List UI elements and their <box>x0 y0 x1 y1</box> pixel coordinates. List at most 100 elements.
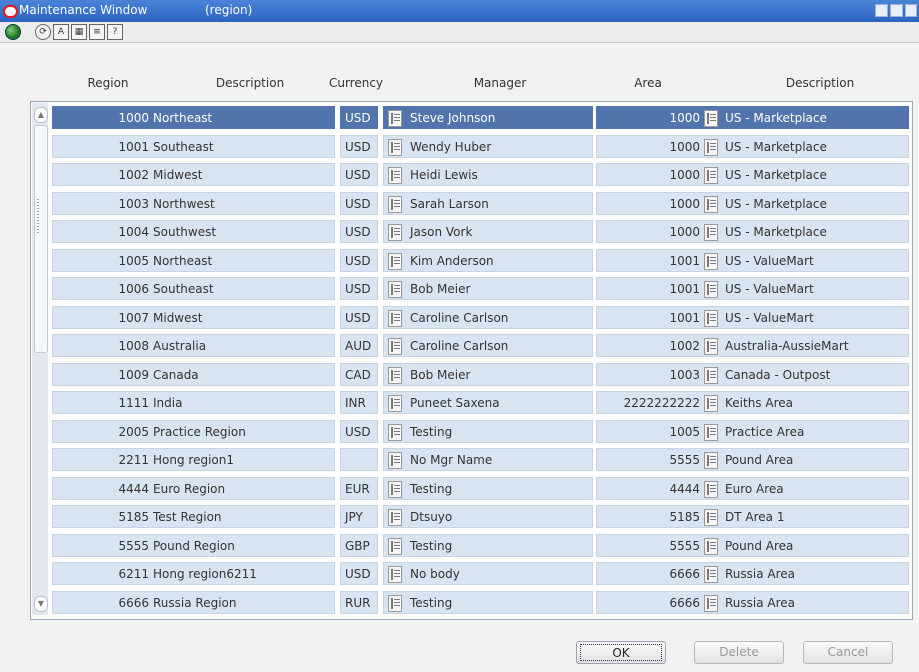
table-row[interactable]: 1006 Southeast USD Bob Meier 1001 US - ValueM… <box>52 275 909 302</box>
column-header-region[interactable]: Region <box>80 76 136 90</box>
list-of-values-icon[interactable] <box>704 481 718 498</box>
region-cell[interactable]: 1111 India <box>52 391 335 414</box>
area-cell[interactable]: 2222222222 Keiths Area <box>596 391 909 414</box>
currency-cell[interactable] <box>340 448 378 471</box>
area-cell[interactable]: 1000 US - Marketplace <box>596 192 909 215</box>
currency-cell[interactable]: USD <box>340 135 378 158</box>
list-of-values-icon[interactable] <box>388 253 402 270</box>
table-row[interactable]: 1005 Northeast USD Kim Anderson 1001 US - Val… <box>52 247 909 274</box>
currency-cell[interactable]: USD <box>340 420 378 443</box>
list-of-values-icon[interactable] <box>388 310 402 327</box>
table-row[interactable]: 2005 Practice Region USD Testing 1005 Practic… <box>52 418 909 445</box>
list-of-values-icon[interactable] <box>388 367 402 384</box>
area-cell[interactable]: 1000 US - Marketplace <box>596 106 909 129</box>
table-row[interactable]: 1003 Northwest USD Sarah Larson 1000 US - Mar… <box>52 190 909 217</box>
list-of-values-icon[interactable] <box>388 139 402 156</box>
manager-cell[interactable]: Jason Vork <box>383 220 593 243</box>
currency-cell[interactable]: USD <box>340 192 378 215</box>
list-of-values-icon[interactable] <box>704 110 718 127</box>
currency-cell[interactable]: RUR <box>340 591 378 614</box>
currency-cell[interactable]: JPY <box>340 505 378 528</box>
refresh-icon[interactable]: ⟳ <box>35 24 51 40</box>
manager-cell[interactable]: Wendy Huber <box>383 135 593 158</box>
table-row[interactable]: 5185 Test Region JPY Dtsuyo 5185 DT Area 1 <box>52 503 909 530</box>
table-row[interactable]: 6666 Russia Region RUR Testing 6666 Russia Ar… <box>52 589 909 616</box>
list-of-values-icon[interactable] <box>704 395 718 412</box>
currency-cell[interactable]: CAD <box>340 363 378 386</box>
manager-cell[interactable]: Testing <box>383 420 593 443</box>
area-cell[interactable]: 1000 US - Marketplace <box>596 163 909 186</box>
minimize-icon[interactable] <box>875 4 888 17</box>
column-header-currency[interactable]: Currency <box>316 76 396 90</box>
column-header-manager[interactable]: Manager <box>460 76 540 90</box>
globe-icon[interactable] <box>5 24 21 40</box>
list-of-values-icon[interactable] <box>704 310 718 327</box>
column-header-region-description[interactable]: Description <box>210 76 290 90</box>
list-of-values-icon[interactable] <box>388 167 402 184</box>
maximize-icon[interactable] <box>890 4 903 17</box>
list-of-values-icon[interactable] <box>704 224 718 241</box>
manager-cell[interactable]: No body <box>383 562 593 585</box>
region-cell[interactable]: 1009 Canada <box>52 363 335 386</box>
currency-cell[interactable]: USD <box>340 106 378 129</box>
list-of-values-icon[interactable] <box>388 481 402 498</box>
currency-cell[interactable]: AUD <box>340 334 378 357</box>
region-cell[interactable]: 6211 Hong region6211 <box>52 562 335 585</box>
cancel-button[interactable]: Cancel <box>803 641 893 664</box>
region-cell[interactable]: 5185 Test Region <box>52 505 335 528</box>
manager-cell[interactable]: Testing <box>383 591 593 614</box>
area-cell[interactable]: 1001 US - ValueMart <box>596 306 909 329</box>
area-cell[interactable]: 5555 Pound Area <box>596 534 909 557</box>
region-cell[interactable]: 1006 Southeast <box>52 277 335 300</box>
manager-cell[interactable]: Heidi Lewis <box>383 163 593 186</box>
area-cell[interactable]: 1000 US - Marketplace <box>596 220 909 243</box>
manager-cell[interactable]: Sarah Larson <box>383 192 593 215</box>
region-cell[interactable]: 2211 Hong region1 <box>52 448 335 471</box>
region-cell[interactable]: 1000 Northeast <box>52 106 335 129</box>
region-cell[interactable]: 1008 Australia <box>52 334 335 357</box>
list-of-values-icon[interactable] <box>388 224 402 241</box>
currency-cell[interactable]: USD <box>340 306 378 329</box>
list-of-values-icon[interactable] <box>704 167 718 184</box>
region-cell[interactable]: 2005 Practice Region <box>52 420 335 443</box>
help-icon[interactable]: ? <box>107 24 123 40</box>
area-cell[interactable]: 1005 Practice Area <box>596 420 909 443</box>
area-cell[interactable]: 1001 US - ValueMart <box>596 277 909 300</box>
manager-cell[interactable]: Testing <box>383 534 593 557</box>
manager-cell[interactable]: Bob Meier <box>383 363 593 386</box>
manager-cell[interactable]: Testing <box>383 477 593 500</box>
table-row[interactable]: 1111 India INR Puneet Saxena 2222222222 Keith… <box>52 389 909 416</box>
list-of-values-icon[interactable] <box>704 338 718 355</box>
region-cell[interactable]: 1007 Midwest <box>52 306 335 329</box>
table-row[interactable]: 6211 Hong region6211 USD No body 6666 Russia … <box>52 560 909 587</box>
list-of-values-icon[interactable] <box>704 566 718 583</box>
list-of-values-icon[interactable] <box>704 139 718 156</box>
note-icon[interactable]: ≡ <box>89 24 105 40</box>
manager-cell[interactable]: Kim Anderson <box>383 249 593 272</box>
scroll-thumb[interactable] <box>34 125 48 353</box>
list-of-values-icon[interactable] <box>704 538 718 555</box>
area-cell[interactable]: 1000 US - Marketplace <box>596 135 909 158</box>
calendar-icon[interactable]: ▦ <box>71 24 87 40</box>
column-header-area[interactable]: Area <box>620 76 676 90</box>
close-icon[interactable] <box>905 4 917 17</box>
table-row[interactable]: 1008 Australia AUD Caroline Carlson 1002 Aust… <box>52 332 909 359</box>
list-of-values-icon[interactable] <box>388 595 402 612</box>
scroll-down-icon[interactable]: ▼ <box>34 596 48 612</box>
list-of-values-icon[interactable] <box>388 395 402 412</box>
scroll-up-icon[interactable]: ▲ <box>34 107 48 123</box>
table-row[interactable]: 4444 Euro Region EUR Testing 4444 Euro Area <box>52 475 909 502</box>
list-of-values-icon[interactable] <box>704 509 718 526</box>
area-cell[interactable]: 5555 Pound Area <box>596 448 909 471</box>
currency-cell[interactable]: USD <box>340 562 378 585</box>
manager-cell[interactable]: Steve Johnson <box>383 106 593 129</box>
region-cell[interactable]: 6666 Russia Region <box>52 591 335 614</box>
list-of-values-icon[interactable] <box>388 538 402 555</box>
manager-cell[interactable]: Caroline Carlson <box>383 306 593 329</box>
area-cell[interactable]: 1002 Australia-AussieMart <box>596 334 909 357</box>
vertical-scrollbar[interactable]: ▲ ▼ <box>32 103 48 615</box>
list-of-values-icon[interactable] <box>388 452 402 469</box>
list-of-values-icon[interactable] <box>388 110 402 127</box>
list-of-values-icon[interactable] <box>388 424 402 441</box>
region-cell[interactable]: 1003 Northwest <box>52 192 335 215</box>
